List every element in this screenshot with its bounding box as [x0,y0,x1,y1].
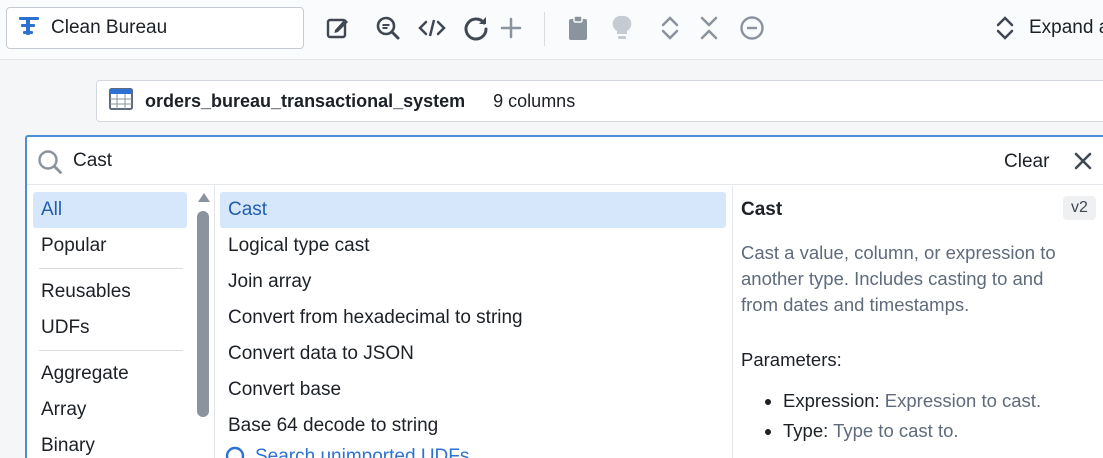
function-item[interactable]: Join array [220,264,726,300]
search-row: Cast Clear [27,137,1103,185]
category-scrollbar[interactable] [197,193,210,458]
search-preview-icon[interactable] [374,14,402,42]
category-item[interactable]: UDFs [33,310,187,346]
category-item[interactable]: Reusables [33,274,187,310]
category-item[interactable]: All [33,192,187,228]
udf-search-icon [225,446,245,458]
top-toolbar: Clean Bureau Expand a [0,0,1103,60]
lightbulb-icon[interactable] [608,14,636,42]
board-name-field[interactable]: Clean Bureau [6,7,304,49]
parameter-item: Expression: Expression to cast. [783,386,1041,416]
parameter-desc: Type to cast to. [833,420,959,441]
add-icon[interactable] [497,14,525,42]
table-icon [109,87,133,115]
transform-icon [17,14,41,43]
function-item[interactable]: Convert from hexadecimal to string [220,300,726,336]
refresh-icon[interactable] [462,14,490,42]
clear-button[interactable]: Clear [1004,151,1049,173]
close-icon[interactable] [1071,149,1095,178]
search-input[interactable]: Cast [73,150,112,172]
function-item[interactable]: Convert base [220,372,726,408]
function-detail: Cast v2 Cast a value, column, or express… [733,186,1103,458]
board-name: Clean Bureau [51,17,168,38]
code-icon[interactable] [418,14,446,42]
function-list: Cast Logical type cast Join array Conver… [215,186,731,458]
search-udfs-link[interactable]: Search unimported UDFs [225,446,469,458]
category-item[interactable]: Aggregate [33,356,187,392]
toolbar-divider [544,12,545,46]
function-item[interactable]: Convert data to JSON [220,336,726,372]
expand-all-button[interactable]: Expand a [1029,17,1103,39]
parameter-name: Expression: [783,390,880,411]
function-item[interactable]: Cast [220,192,726,228]
category-divider [39,268,183,269]
parameters-label: Parameters: [741,349,842,370]
dataset-node[interactable]: orders_bureau_transactional_system 9 col… [96,80,1103,122]
detail-description: Cast a value, column, or expression to a… [741,242,1056,315]
dataset-name: orders_bureau_transactional_system [145,90,466,111]
category-divider [39,350,183,351]
collapse-icon[interactable] [695,14,723,42]
category-item[interactable]: Popular [33,228,187,264]
expand-collapse-icon[interactable] [656,14,684,42]
scroll-thumb[interactable] [197,211,209,417]
function-item[interactable]: Base 64 decode to string [220,408,726,444]
remove-icon[interactable] [738,14,766,42]
edit-icon[interactable] [324,14,352,42]
parameter-desc: Expression to cast. [884,390,1042,411]
function-item[interactable]: Logical type cast [220,228,726,264]
dataset-column-count: 9 columns [493,90,576,111]
clipboard-icon[interactable] [564,14,592,42]
parameter-item: Type: Type to cast to. [783,416,1041,446]
scroll-up-icon[interactable] [198,193,210,202]
version-badge: v2 [1063,196,1096,220]
search-udfs-label: Search unimported UDFs [255,446,470,458]
function-search-panel: Cast Clear All Popular Reusables UDFs Ag… [25,135,1103,458]
parameter-name: Type: [783,420,829,441]
expand-all-icon[interactable] [991,14,1019,42]
search-icon [37,149,63,180]
category-item[interactable]: Array [33,392,187,428]
category-item[interactable]: Binary [33,428,187,458]
detail-title: Cast [741,199,783,220]
parameter-list: Expression: Expression to cast. Type: Ty… [763,386,1041,446]
category-list: All Popular Reusables UDFs Aggregate Arr… [27,186,213,458]
